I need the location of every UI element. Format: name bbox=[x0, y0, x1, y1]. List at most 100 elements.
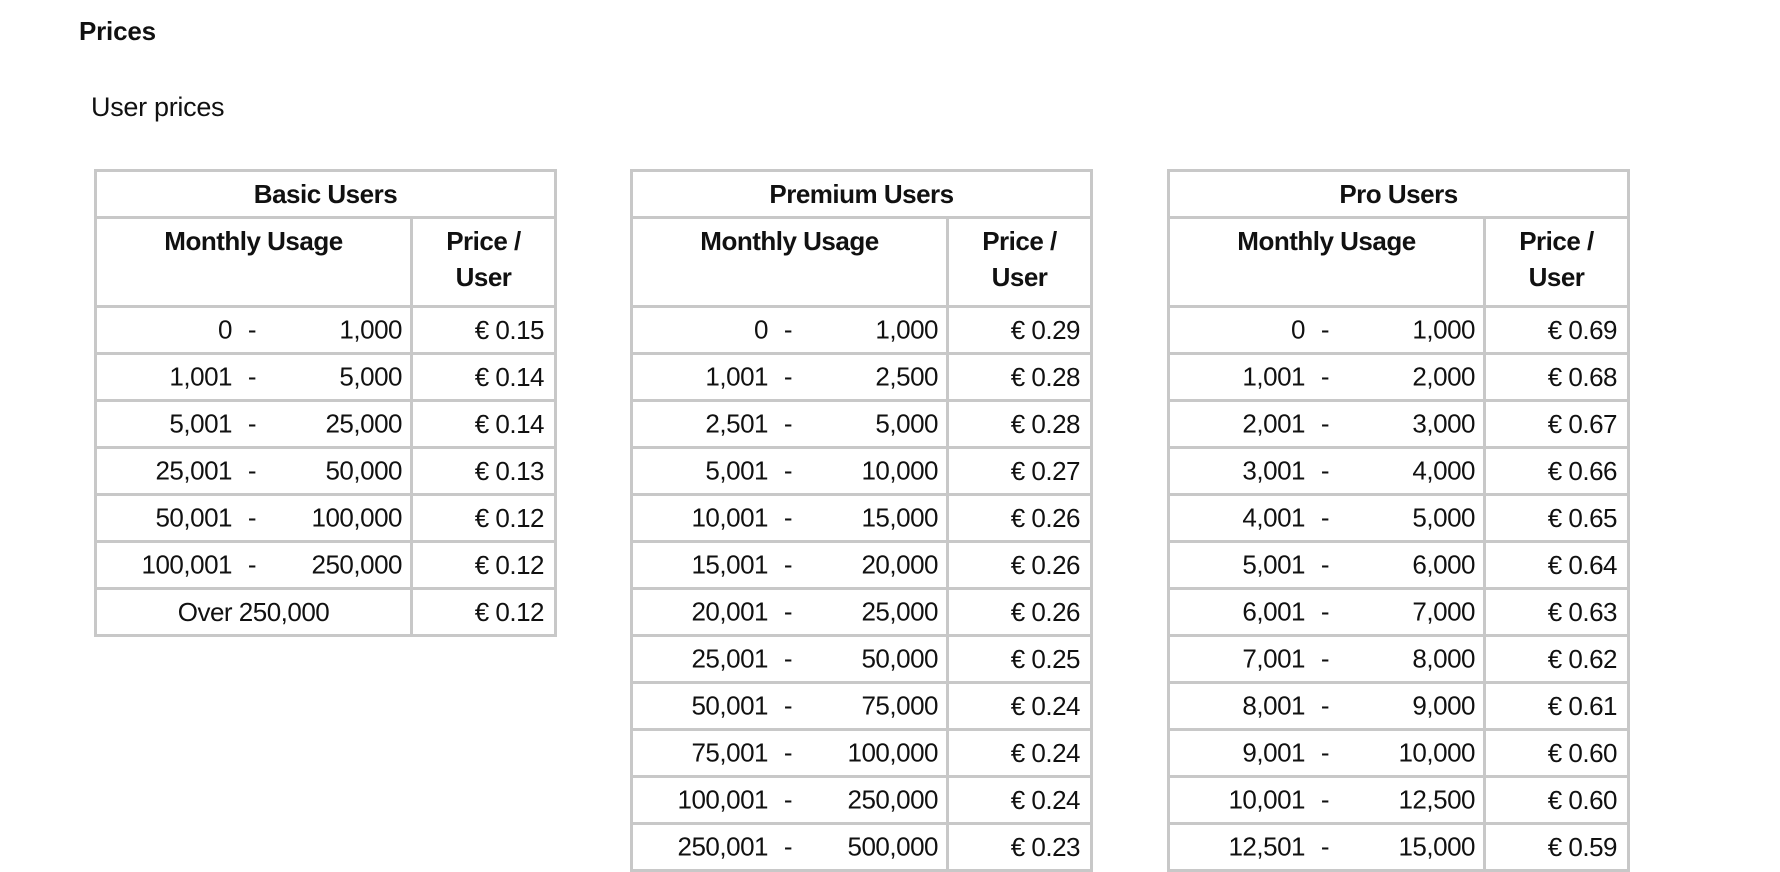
usage-to: 100,000 bbox=[311, 502, 403, 533]
usage-to: 25,000 bbox=[325, 408, 402, 439]
usage-range-cell: 3,001- 4,000 bbox=[1167, 446, 1486, 496]
monthly-usage-header: Monthly Usage bbox=[1167, 216, 1486, 308]
usage-to: 1,000 bbox=[1412, 314, 1475, 345]
usage-to: 250,000 bbox=[847, 784, 939, 815]
table-row: 7,001- 8,000 € 0.62 bbox=[1167, 634, 1630, 684]
price-per-user-header: Price / User bbox=[946, 216, 1093, 308]
table-row: 5,001- 6,000 € 0.64 bbox=[1167, 540, 1630, 590]
usage-from: 25,001 bbox=[155, 455, 232, 486]
usage-from: 250,001 bbox=[677, 831, 769, 862]
price-header-line1: Price / bbox=[446, 226, 521, 256]
price-header-line2: User bbox=[455, 262, 512, 292]
usage-from: 50,001 bbox=[155, 502, 232, 533]
usage-to: 12,500 bbox=[1398, 784, 1475, 815]
table-title-row: Basic Users bbox=[94, 169, 557, 219]
table-row: 100,001- 250,000 € 0.12 bbox=[94, 540, 557, 590]
table-row: 0- 1,000 € 0.29 bbox=[630, 305, 1093, 355]
range-separator: - bbox=[247, 361, 257, 392]
usage-from: 75,001 bbox=[691, 737, 768, 768]
table-title-row: Pro Users bbox=[1167, 169, 1630, 219]
price-cell: € 0.59 bbox=[1483, 822, 1630, 872]
table-row: 50,001- 100,000 € 0.12 bbox=[94, 493, 557, 543]
usage-range-cell: 2,001- 3,000 bbox=[1167, 399, 1486, 449]
price-cell: € 0.28 bbox=[946, 399, 1093, 449]
monthly-usage-header: Monthly Usage bbox=[630, 216, 949, 308]
table-row: 5,001- 25,000 € 0.14 bbox=[94, 399, 557, 449]
usage-from: 5,001 bbox=[1242, 549, 1305, 580]
price-header-line1: Price / bbox=[1519, 226, 1594, 256]
range-separator: - bbox=[1320, 549, 1330, 580]
range-separator: - bbox=[783, 690, 793, 721]
price-per-user-header: Price / User bbox=[1483, 216, 1630, 308]
table-row: 9,001- 10,000 € 0.60 bbox=[1167, 728, 1630, 778]
range-separator: - bbox=[783, 502, 793, 533]
table-row: 15,001- 20,000 € 0.26 bbox=[630, 540, 1093, 590]
pro-users-price-table: Pro Users Monthly Usage Price / User 0-1,000… bbox=[1167, 169, 1630, 872]
price-header-line2: User bbox=[991, 262, 1048, 292]
table-row: 0- 1,000 € 0.69 bbox=[1167, 305, 1630, 355]
price-header-line1: Price / bbox=[982, 226, 1057, 256]
usage-to: 15,000 bbox=[861, 502, 938, 533]
range-separator: - bbox=[1320, 737, 1330, 768]
usage-from: 5,001 bbox=[169, 408, 232, 439]
usage-range-cell: 50,001- 75,000 bbox=[630, 681, 949, 731]
table-row: 75,001- 100,000 € 0.24 bbox=[630, 728, 1093, 778]
usage-to: 250,000 bbox=[311, 549, 403, 580]
price-cell: € 0.62 bbox=[1483, 634, 1630, 684]
table-row: 2,501- 5,000 € 0.28 bbox=[630, 399, 1093, 449]
usage-from: 10,001 bbox=[1228, 784, 1305, 815]
price-cell: € 0.24 bbox=[946, 681, 1093, 731]
range-separator: - bbox=[1320, 502, 1330, 533]
usage-from: 12,501 bbox=[1228, 831, 1305, 862]
usage-range-cell: Over 250,000 bbox=[94, 587, 413, 637]
usage-range-cell: 100,001- 250,000 bbox=[94, 540, 413, 590]
usage-range-cell: 12,501- 15,000 bbox=[1167, 822, 1486, 872]
price-per-user-header: Price / User bbox=[410, 216, 557, 308]
price-cell: € 0.26 bbox=[946, 540, 1093, 590]
table-row: 0- 1,000 € 0.15 bbox=[94, 305, 557, 355]
table-row: 2,001- 3,000 € 0.67 bbox=[1167, 399, 1630, 449]
usage-range-cell: 0- 1,000 bbox=[94, 305, 413, 355]
range-separator: - bbox=[247, 455, 257, 486]
range-separator: - bbox=[783, 408, 793, 439]
usage-from: 4,001 bbox=[1242, 502, 1305, 533]
price-cell: € 0.61 bbox=[1483, 681, 1630, 731]
table-header-row: Monthly Usage Price / User bbox=[1167, 216, 1630, 308]
section-title: User prices bbox=[91, 92, 225, 122]
price-header-line2: User bbox=[1528, 262, 1585, 292]
monthly-usage-header: Monthly Usage bbox=[94, 216, 413, 308]
price-cell: € 0.24 bbox=[946, 775, 1093, 825]
usage-range-cell: 10,001- 12,500 bbox=[1167, 775, 1486, 825]
table-title: Pro Users bbox=[1167, 169, 1630, 219]
usage-from: 100,001 bbox=[677, 784, 769, 815]
price-cell: € 0.63 bbox=[1483, 587, 1630, 637]
page-title: Prices bbox=[79, 16, 156, 46]
table-row: 5,001- 10,000 € 0.27 bbox=[630, 446, 1093, 496]
usage-to: 3,000 bbox=[1412, 408, 1475, 439]
usage-to: 4,000 bbox=[1412, 455, 1475, 486]
range-separator: - bbox=[1320, 455, 1330, 486]
price-cell: € 0.69 bbox=[1483, 305, 1630, 355]
range-separator: - bbox=[783, 784, 793, 815]
table-row: 12,501- 15,000 € 0.59 bbox=[1167, 822, 1630, 872]
usage-range-cell: 10,001- 15,000 bbox=[630, 493, 949, 543]
usage-from: 9,001 bbox=[1242, 737, 1305, 768]
range-separator: - bbox=[1320, 314, 1330, 345]
table-header-row: Monthly Usage Price / User bbox=[94, 216, 557, 308]
usage-from: 20,001 bbox=[691, 596, 768, 627]
price-cell: € 0.12 bbox=[410, 493, 557, 543]
usage-from: 3,001 bbox=[1242, 455, 1305, 486]
usage-to: 5,000 bbox=[1412, 502, 1475, 533]
usage-range-cell: 25,001- 50,000 bbox=[630, 634, 949, 684]
usage-range-cell: 100,001- 250,000 bbox=[630, 775, 949, 825]
usage-to: 2,000 bbox=[1412, 361, 1475, 392]
range-separator: - bbox=[1320, 831, 1330, 862]
price-cell: € 0.65 bbox=[1483, 493, 1630, 543]
usage-from: 7,001 bbox=[1242, 643, 1305, 674]
range-separator: - bbox=[1320, 408, 1330, 439]
usage-to: 50,000 bbox=[325, 455, 402, 486]
range-separator: - bbox=[1320, 784, 1330, 815]
usage-range-cell: 5,001- 10,000 bbox=[630, 446, 949, 496]
usage-from: 15,001 bbox=[691, 549, 768, 580]
usage-range-cell: 7,001- 8,000 bbox=[1167, 634, 1486, 684]
